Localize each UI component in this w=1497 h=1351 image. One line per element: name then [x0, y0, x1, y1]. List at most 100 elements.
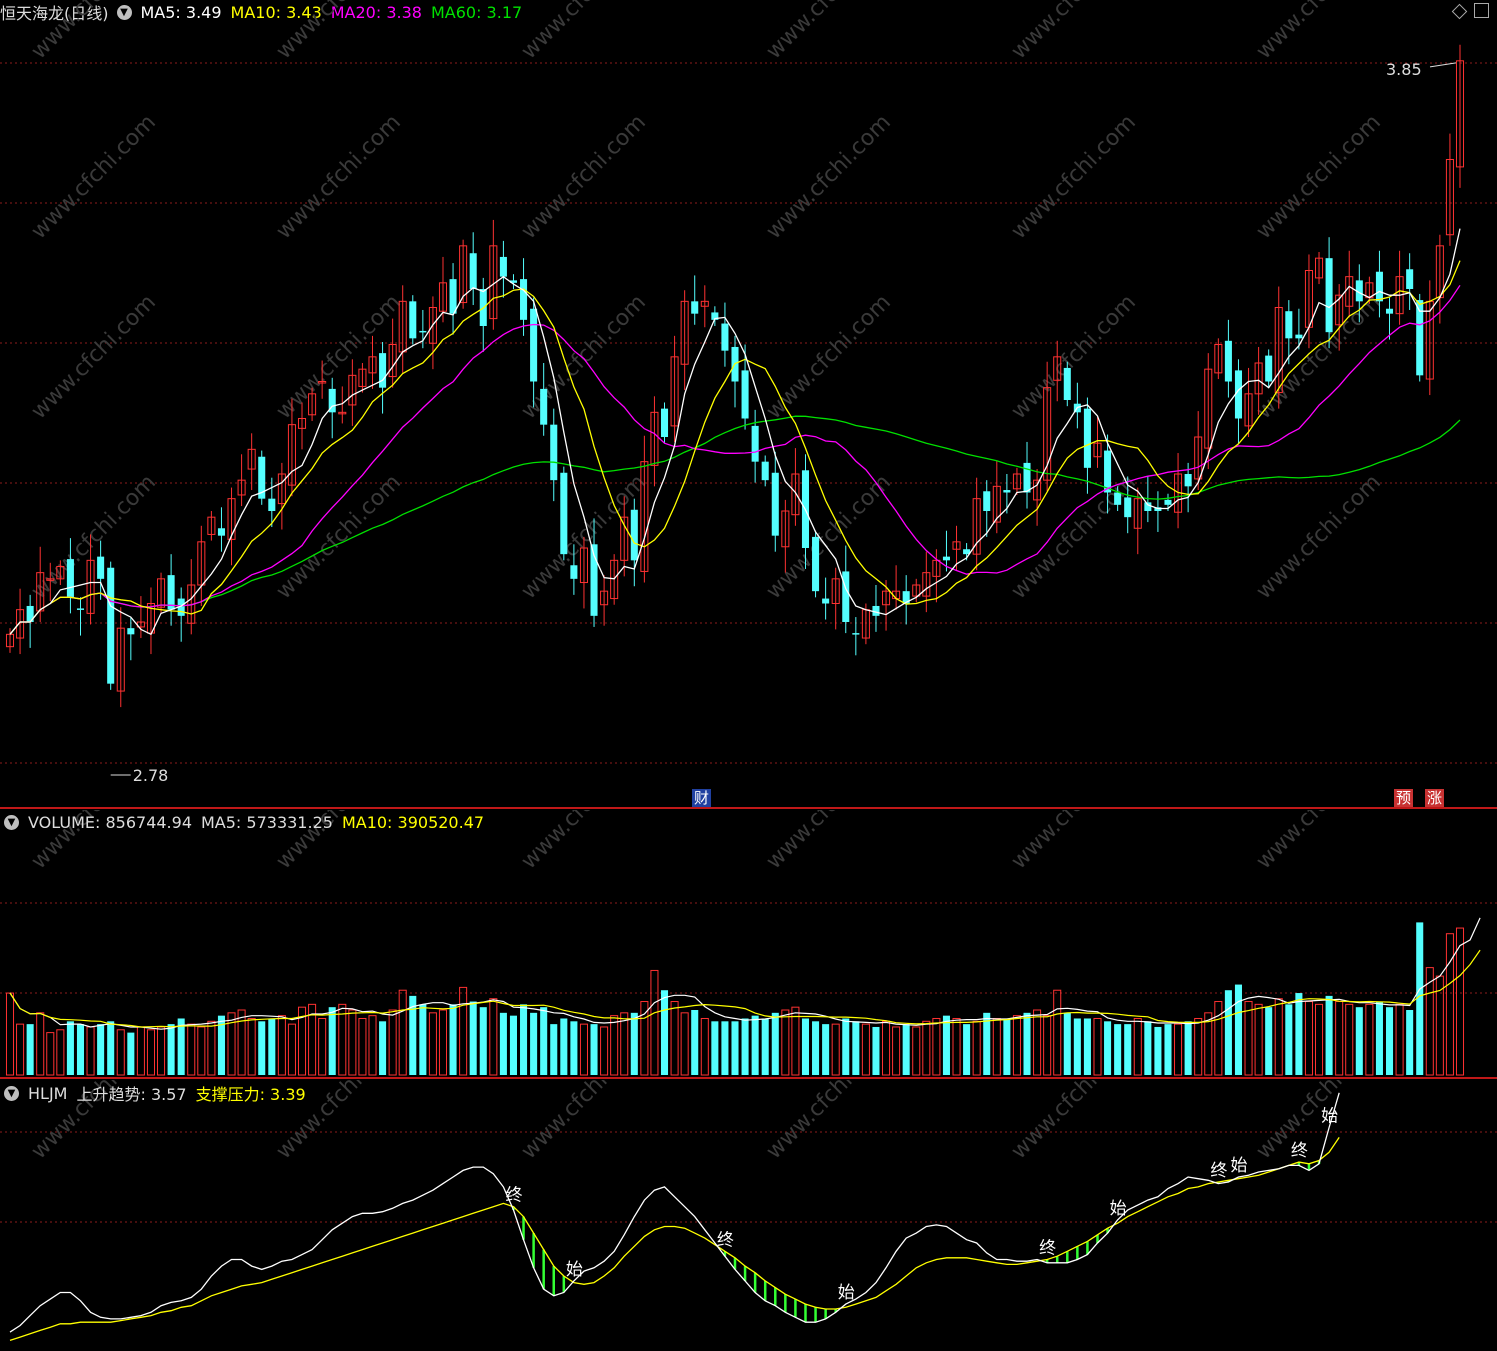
volume-bar-up	[1274, 998, 1283, 1076]
start-signal: 始	[566, 1260, 583, 1280]
watermark-text: www.cfchi.com	[27, 110, 161, 244]
candle-body-down	[379, 353, 387, 388]
candle-body-down	[1164, 499, 1172, 505]
volume-bar-up	[1254, 1003, 1263, 1076]
volume-bar-down	[560, 1018, 568, 1075]
start-signal: 始	[1110, 1199, 1127, 1219]
volume-bar-down	[801, 1018, 810, 1075]
volume-bar-down	[691, 1010, 699, 1075]
volume-bar-down	[942, 1015, 950, 1075]
candle-body-down	[1144, 502, 1152, 511]
volume-bar-down	[1285, 1004, 1293, 1075]
volume-bar-down	[1416, 922, 1424, 1075]
volume-bar-up	[348, 1009, 357, 1076]
volume-bar-down	[983, 1012, 991, 1075]
watermark-text: www.cfchi.com	[762, 110, 896, 244]
candle-body-down	[167, 575, 175, 610]
volume-bar-up	[700, 1017, 709, 1076]
end-signal: 终	[505, 1186, 522, 1206]
volume-bar-down	[822, 1024, 830, 1075]
watermark-text: www.cfchi.com	[762, 0, 896, 64]
watermark-text: www.cfchi.com	[1007, 290, 1141, 424]
candle-body-down	[1375, 271, 1383, 302]
candle-body-down	[1184, 474, 1192, 487]
volume-bar-up	[46, 1032, 55, 1076]
volume-bar-down	[379, 1021, 387, 1075]
watermark-text: www.cfchi.com	[1252, 110, 1386, 244]
watermark-text: www.cfchi.com	[1252, 470, 1386, 604]
watermark-text: www.cfchi.com	[1252, 810, 1386, 874]
candle-body-down	[469, 253, 477, 289]
volume-bar-up	[36, 1012, 45, 1076]
end-signal: 终	[717, 1230, 734, 1250]
volume-bar-down	[842, 1018, 850, 1075]
candle-body-down	[1385, 308, 1394, 314]
volume-header: ▼ VOLUME: 856744.94 MA5: 573331.25 MA10:…	[0, 810, 493, 834]
watermark-text: www.cfchi.com	[27, 290, 161, 424]
candle-body-down	[530, 308, 538, 382]
volume-chart[interactable]: www.cfchi.com www.cfchi.com www.cfchi.com w…	[0, 810, 1497, 1080]
volume-bar-down	[630, 1012, 638, 1075]
volume-bar-up	[136, 1026, 145, 1076]
volume-bar-up	[861, 1023, 870, 1076]
candle-body-down	[419, 330, 427, 333]
candle-body-down	[842, 571, 850, 622]
chevron-down-icon[interactable]: ▼	[4, 1085, 19, 1101]
volume-bar-down	[499, 1012, 507, 1075]
low-price-label: 2.78	[133, 766, 169, 785]
candle-body-down	[1104, 450, 1112, 493]
volume-bar-down	[721, 1021, 729, 1075]
volume-bar-down	[570, 1021, 578, 1075]
volume-bar-down	[741, 1018, 749, 1075]
candle-body-down	[107, 567, 115, 684]
chevron-down-icon[interactable]: ▼	[4, 814, 19, 830]
candle-body-down	[1406, 269, 1414, 289]
volume-bar-up	[781, 1009, 790, 1076]
volume-bar-up	[428, 1012, 437, 1076]
volume-bar-up	[932, 1017, 941, 1076]
volume-bar-up	[287, 1023, 296, 1076]
candle-body-down	[1295, 334, 1303, 339]
volume-bar-up	[1053, 989, 1062, 1076]
volume-bar-up	[157, 1026, 166, 1076]
watermark-text: www.cfchi.com	[272, 110, 406, 244]
volume-bar-down	[520, 1004, 528, 1075]
candle-body-down	[812, 536, 820, 592]
start-signal: 始	[838, 1283, 855, 1303]
volume-bar-up	[952, 1017, 961, 1076]
yu-marker[interactable]: 预	[1394, 789, 1414, 807]
volume-bar-down	[1144, 1021, 1152, 1075]
candle-body-down	[1003, 490, 1011, 493]
volume-bar-down	[107, 1021, 115, 1075]
volume-bar-up	[1093, 1017, 1102, 1076]
volume-label: VOLUME: 856744.94	[28, 812, 192, 832]
volume-bar-down	[97, 1024, 105, 1075]
volume-bar-down	[1114, 1024, 1122, 1075]
volume-bar-down	[590, 1024, 598, 1075]
volume-bar-up	[1043, 1015, 1052, 1076]
ma5-line	[9, 228, 1461, 636]
price-chart[interactable]: www.cfchi.com www.cfchi.com www.cfchi.com w…	[0, 0, 1497, 810]
volume-bar-down	[1184, 1021, 1192, 1075]
volume-bar-up	[1214, 1001, 1223, 1076]
zhang-marker[interactable]: 涨	[1425, 789, 1445, 807]
indicator-chart[interactable]: www.cfchi.com www.cfchi.com www.cfchi.com w…	[0, 1080, 1497, 1351]
cai-marker[interactable]: 财	[692, 789, 712, 807]
volume-bar-up	[1012, 1015, 1021, 1076]
volume-bar-down	[419, 1004, 427, 1075]
volume-bar-down	[872, 1026, 880, 1075]
volume-bar-down	[1406, 1010, 1414, 1075]
candle-body-down	[76, 608, 85, 610]
volume-bar-down	[731, 1021, 739, 1075]
volume-bar-down	[852, 1021, 860, 1075]
volume-bar-down	[751, 1015, 759, 1075]
volume-bar-up	[992, 1017, 1001, 1076]
volume-bar-up	[438, 1009, 448, 1076]
volume-bar-down	[1355, 1007, 1363, 1075]
watermark-text: www.cfchi.com	[517, 1080, 651, 1164]
uptrend-label: 上升趋势: 3.57	[76, 1085, 187, 1104]
volume-bar-down	[469, 1001, 477, 1075]
volume-bar-up	[459, 986, 468, 1076]
watermark-text: www.cfchi.com	[762, 1080, 896, 1164]
volume-bar-down	[127, 1032, 135, 1075]
